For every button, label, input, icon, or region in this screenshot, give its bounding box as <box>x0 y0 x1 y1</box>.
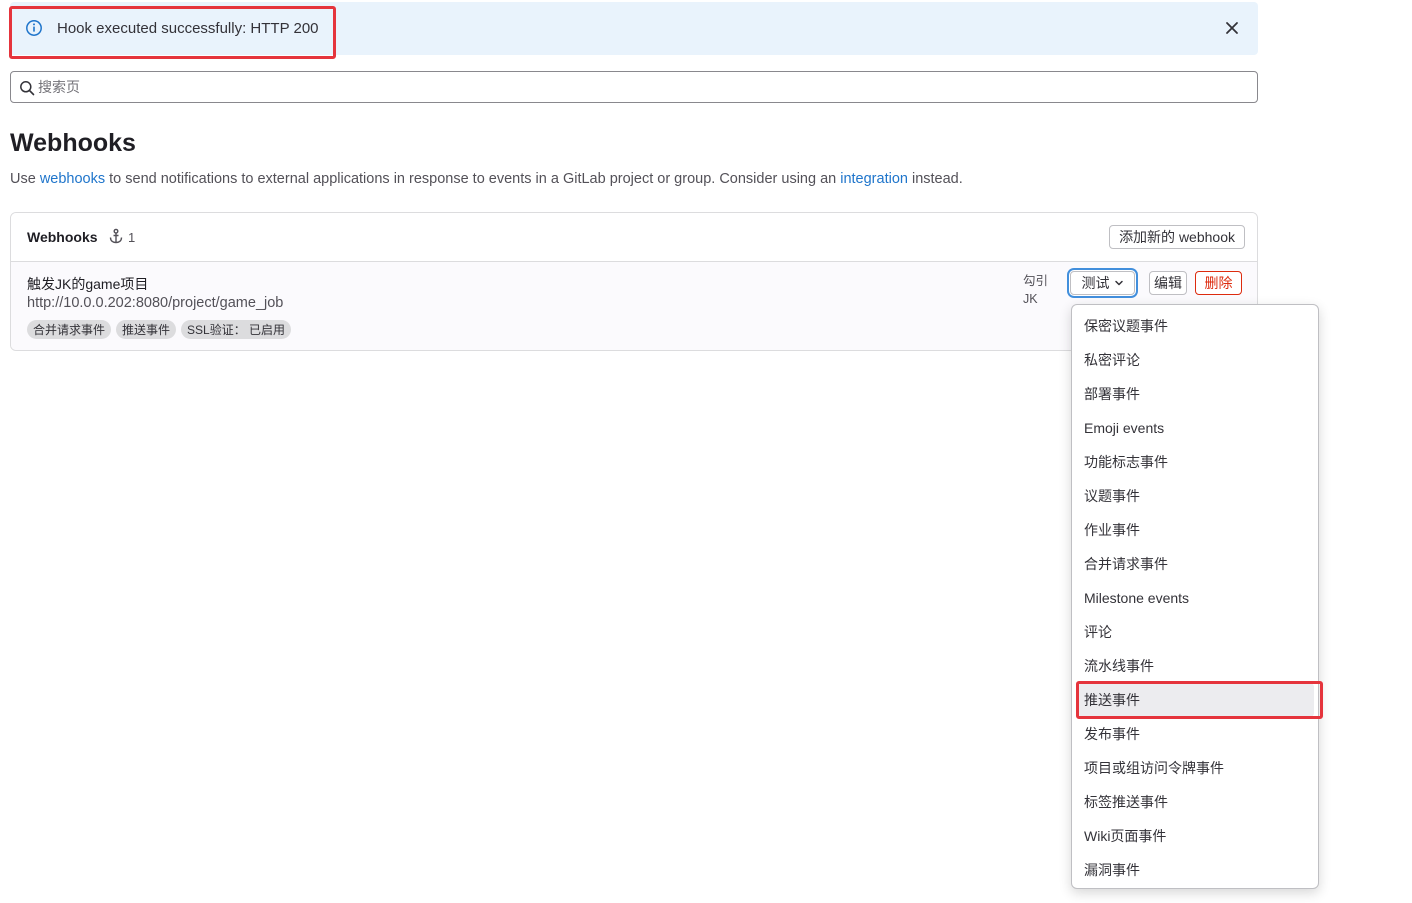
dropdown-item-wiki-page-events[interactable]: Wiki页面事件 <box>1076 819 1314 853</box>
hook-count-value: 1 <box>128 230 136 245</box>
badge-ssl-verification: SSL验证： 已启用 <box>181 320 292 339</box>
badge-push-events: 推送事件 <box>116 320 177 339</box>
dropdown-item-issue-events[interactable]: 议题事件 <box>1076 479 1314 513</box>
dropdown-item-access-token-events[interactable]: 项目或组访问令牌事件 <box>1076 751 1314 785</box>
dropdown-item-pipeline-events[interactable]: 流水线事件 <box>1076 649 1314 683</box>
dropdown-item-merge-request-events[interactable]: 合并请求事件 <box>1076 547 1314 581</box>
success-alert: Hook executed successfully: HTTP 200 <box>10 2 1258 55</box>
dropdown-item-feature-flag-events[interactable]: 功能标志事件 <box>1076 445 1314 479</box>
hook-note-line-1: 勾引 <box>1023 274 1049 288</box>
desc-text-1: Use <box>10 171 40 187</box>
card-title: Webhooks <box>27 229 98 245</box>
dropdown-item-deployment-events[interactable]: 部署事件 <box>1076 377 1314 411</box>
hook-count: 1 <box>108 228 135 247</box>
card-header: Webhooks 1 添加新的 webhook <box>11 213 1257 262</box>
hook-name: 触发JK的game项目 <box>27 276 149 292</box>
hook-note-line-2: JK <box>1023 292 1038 306</box>
dropdown-item-release-events[interactable]: 发布事件 <box>1076 717 1314 751</box>
alert-message: Hook executed successfully: HTTP 200 <box>57 20 319 37</box>
chevron-down-icon <box>1114 275 1124 291</box>
delete-button[interactable]: 删除 <box>1195 271 1242 295</box>
edit-button[interactable]: 编辑 <box>1149 271 1187 295</box>
desc-text-3: instead. <box>907 171 963 187</box>
dropdown-item-milestone-events[interactable]: Milestone events <box>1076 581 1314 615</box>
badge-merge-request-events: 合并请求事件 <box>27 320 112 339</box>
dropdown-item-vulnerability-events[interactable]: 漏洞事件 <box>1076 853 1314 887</box>
search-bar <box>10 71 1258 103</box>
search-input[interactable] <box>38 72 1238 102</box>
desc-text-2: to send notifications to external applic… <box>105 171 841 187</box>
dropdown-item-job-events[interactable]: 作业事件 <box>1076 513 1314 547</box>
page-description: Use webhooks to send notifications to ex… <box>10 169 963 189</box>
search-icon <box>19 80 35 96</box>
dropdown-item-confidential-issue-events[interactable]: 保密议题事件 <box>1076 309 1314 343</box>
hook-badges: 合并请求事件 推送事件 SSL验证： 已启用 <box>27 320 292 339</box>
close-icon[interactable] <box>1222 18 1242 38</box>
hook-note: 勾引 JK <box>1023 272 1048 308</box>
dropdown-item-push-events[interactable]: 推送事件 <box>1076 683 1314 717</box>
test-button[interactable]: 测试 <box>1070 271 1135 295</box>
hook-url: http://10.0.0.202:8080/project/game_job <box>27 295 284 311</box>
webhooks-link[interactable]: webhooks <box>40 171 105 187</box>
page-title: Webhooks <box>10 129 136 157</box>
anchor-icon <box>108 228 124 247</box>
dropdown-item-emoji-events[interactable]: Emoji events <box>1076 411 1314 445</box>
dropdown-item-tag-push-events[interactable]: 标签推送事件 <box>1076 785 1314 819</box>
dropdown-item-comments[interactable]: 评论 <box>1076 615 1314 649</box>
test-events-dropdown: 保密议题事件 私密评论 部署事件 Emoji events 功能标志事件 议题事… <box>1071 304 1319 889</box>
integration-link[interactable]: integration <box>840 171 908 187</box>
add-webhook-button[interactable]: 添加新的 webhook <box>1109 225 1245 249</box>
info-icon <box>25 19 43 37</box>
test-button-label: 测试 <box>1081 275 1110 291</box>
dropdown-item-confidential-comments[interactable]: 私密评论 <box>1076 343 1314 377</box>
